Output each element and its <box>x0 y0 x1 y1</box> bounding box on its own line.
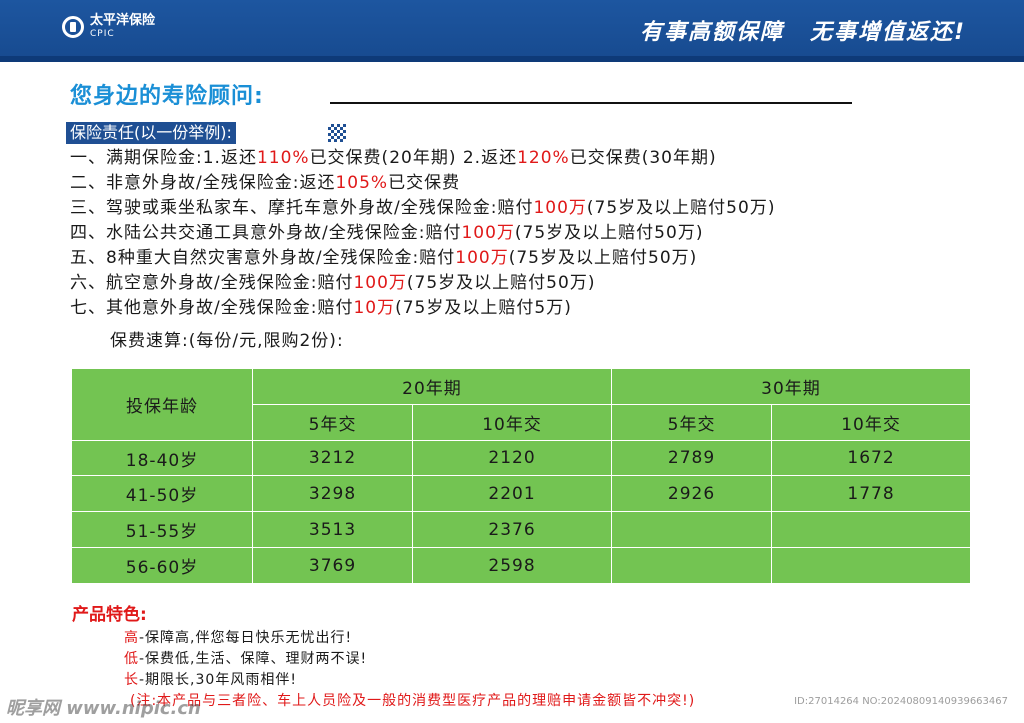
table-row: 41-50岁 3298 2201 2926 1778 <box>71 475 971 513</box>
fee-cell: 2789 <box>610 439 773 477</box>
fee-cell: 3769 <box>251 547 414 584</box>
image-id-watermark: ID:27014264 NO:20240809140939663467 <box>794 696 1008 707</box>
slogan-part-2: 无事增值返还! <box>809 20 966 45</box>
age-cell: 18-40岁 <box>71 439 253 477</box>
checker-pattern-icon <box>328 124 346 142</box>
cpic-logo: 太平洋保险 CPIC <box>62 14 155 39</box>
fee-calc-title: 保费速算:(每份/元,限购2份): <box>110 331 344 351</box>
fee-cell: 2120 <box>412 439 612 477</box>
advisor-label: 您身边的寿险顾问: <box>70 84 264 109</box>
clause-item: 四、水陆公共交通工具意外身故/全残保险金:赔付100万(75岁及以上赔付50万) <box>70 223 704 243</box>
feature-item: 低-保费低,生活、保障、理财两不误! <box>124 651 368 667</box>
age-header: 投保年龄 <box>71 368 253 441</box>
feature-item: 长-期限长,30年风雨相伴! <box>124 672 297 688</box>
feature-item: 高-保障高,伴您每日快乐无忧出行! <box>124 630 353 646</box>
pay-5-header: 5年交 <box>610 403 773 441</box>
site-watermark: 昵享网 www.nipic.cn <box>6 698 201 719</box>
term-30-header: 30年期 <box>610 368 972 405</box>
advisor-signature-line <box>330 102 852 104</box>
table-row: 18-40岁 3212 2120 2789 1672 <box>71 439 971 477</box>
fee-cell: 2926 <box>610 475 773 513</box>
fee-cell <box>610 547 773 584</box>
fee-table: 投保年龄 20年期 30年期 5年交 10年交 5年交 10年交 18-40岁 … <box>71 368 972 584</box>
clause-item: 七、其他意外身故/全残保险金:赔付10万(75岁及以上赔付5万) <box>70 298 572 318</box>
claims-note: (注:本产品与三者险、车上人员险及一般的消费型医疗产品的理赔申请金额皆不冲突!) <box>130 693 696 709</box>
fee-cell: 2598 <box>412 547 612 584</box>
fee-cell <box>771 547 971 584</box>
age-cell: 51-55岁 <box>71 511 253 549</box>
fee-cell: 1778 <box>771 475 971 513</box>
clause-item: 六、航空意外身故/全残保险金:赔付100万(75岁及以上赔付50万) <box>70 273 596 293</box>
cpic-logo-icon <box>62 15 84 38</box>
pay-5-header: 5年交 <box>251 403 414 441</box>
features-title: 产品特色: <box>72 605 147 625</box>
age-cell: 56-60岁 <box>71 547 253 584</box>
fee-cell: 3513 <box>251 511 414 549</box>
clause-item: 二、非意外身故/全残保险金:返还105%已交保费 <box>70 173 461 193</box>
pay-10-header: 10年交 <box>412 403 612 441</box>
pay-10-header: 10年交 <box>771 403 971 441</box>
term-20-header: 20年期 <box>252 368 612 405</box>
fee-cell: 2201 <box>412 475 612 513</box>
fee-cell: 1672 <box>771 439 971 477</box>
slogan-part-1: 有事高额保障 <box>639 20 784 45</box>
fee-cell: 3212 <box>251 439 414 477</box>
feature-list: 高-保障高,伴您每日快乐无忧出行! 低-保费低,生活、保障、理财两不误! 长-期… <box>124 628 367 691</box>
table-header-row: 投保年龄 20年期 30年期 <box>71 368 972 441</box>
clause-item: 三、驾驶或乘坐私家车、摩托车意外身故/全残保险金:赔付100万(75岁及以上赔付… <box>70 198 776 218</box>
logo-en-text: CPIC <box>90 29 115 39</box>
fee-cell <box>610 511 773 549</box>
table-row: 56-60岁 3769 2598 <box>71 547 971 584</box>
slogan: 有事高额保障 无事增值返还! <box>640 14 966 46</box>
header-divider <box>0 56 1024 62</box>
clause-item: 一、满期保险金:1.返还110%已交保费(20年期) 2.返还120%已交保费(… <box>70 148 717 168</box>
age-cell: 41-50岁 <box>71 475 253 513</box>
header-bar: 太平洋保险 CPIC 有事高额保障 无事增值返还! <box>0 0 1024 62</box>
fee-cell: 3298 <box>251 475 414 513</box>
clause-list: 一、满期保险金:1.返还110%已交保费(20年期) 2.返还120%已交保费(… <box>70 146 775 321</box>
clause-item: 五、8种重大自然灾害意外身故/全残保险金:赔付100万(75岁及以上赔付50万) <box>70 248 698 268</box>
table-row: 51-55岁 3513 2376 <box>71 511 971 549</box>
logo-cn-text: 太平洋保险 <box>90 13 156 28</box>
fee-cell: 2376 <box>412 511 612 549</box>
responsibility-title: 保险责任(以一份举例): <box>66 122 236 144</box>
fee-cell <box>771 511 971 549</box>
